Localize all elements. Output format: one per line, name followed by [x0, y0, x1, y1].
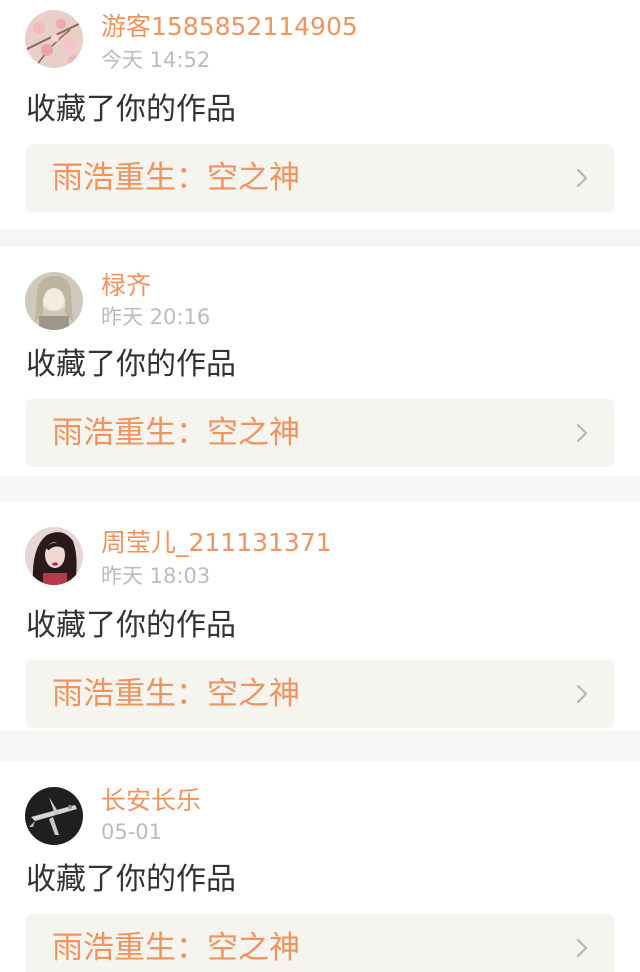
timestamp: 昨天 20:16 — [101, 305, 211, 329]
action-text: 收藏了你的作品 — [26, 862, 236, 897]
anime-girl-avatar-icon — [25, 272, 83, 330]
timestamp: 今天 14:52 — [101, 48, 211, 72]
chevron-right-icon — [576, 938, 588, 958]
work-title: 雨浩重生：空之神 — [52, 930, 300, 966]
work-title: 雨浩重生：空之神 — [52, 160, 300, 196]
chevron-right-icon — [576, 168, 588, 188]
action-text: 收藏了你的作品 — [26, 92, 236, 127]
user-avatar[interactable] — [25, 272, 83, 330]
work-title: 雨浩重生：空之神 — [52, 415, 300, 451]
username[interactable]: 长安长乐 — [101, 784, 201, 818]
username[interactable]: 游客1585852114905 — [101, 10, 358, 44]
username[interactable]: 周莹儿_211131371 — [101, 526, 332, 560]
timestamp: 昨天 18:03 — [101, 564, 211, 588]
chevron-right-icon — [576, 423, 588, 443]
notification-card: 椂齐 昨天 20:16 收藏了你的作品 雨浩重生：空之神 — [0, 247, 640, 476]
action-text: 收藏了你的作品 — [26, 347, 236, 382]
work-link[interactable]: 雨浩重生：空之神 — [26, 399, 614, 467]
notification-card: 游客1585852114905 今天 14:52 收藏了你的作品 雨浩重生：空之… — [0, 0, 640, 229]
work-link[interactable]: 雨浩重生：空之神 — [26, 914, 614, 972]
blossom-avatar-icon — [25, 10, 83, 68]
notification-card: 长安长乐 05-01 收藏了你的作品 雨浩重生：空之神 — [0, 762, 640, 972]
work-link[interactable]: 雨浩重生：空之神 — [26, 660, 614, 728]
user-avatar[interactable] — [25, 527, 83, 585]
aircraft-avatar-icon — [25, 787, 83, 845]
work-title: 雨浩重生：空之神 — [52, 676, 300, 712]
user-avatar[interactable] — [25, 10, 83, 68]
username[interactable]: 椂齐 — [101, 269, 151, 303]
dark-hair-avatar-icon — [25, 527, 83, 585]
work-link[interactable]: 雨浩重生：空之神 — [26, 144, 614, 212]
action-text: 收藏了你的作品 — [26, 608, 236, 643]
user-avatar[interactable] — [25, 787, 83, 845]
notification-feed: 游客1585852114905 今天 14:52 收藏了你的作品 雨浩重生：空之… — [0, 0, 640, 972]
timestamp: 05-01 — [101, 820, 163, 844]
chevron-right-icon — [576, 684, 588, 704]
notification-card: 周莹儿_211131371 昨天 18:03 收藏了你的作品 雨浩重生：空之神 — [0, 502, 640, 731]
